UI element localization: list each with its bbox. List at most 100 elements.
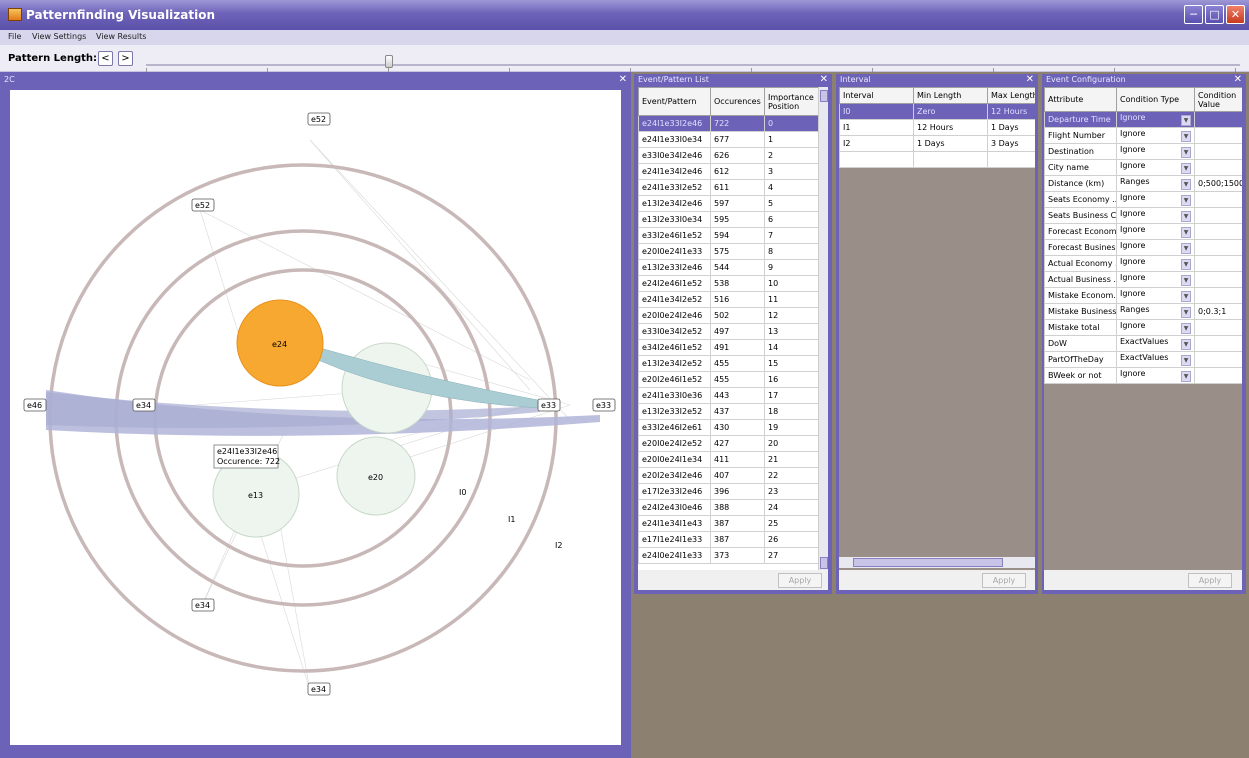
config-row-cell[interactable]: Ignore ▼	[1116, 191, 1195, 208]
event-row[interactable]: e24I1e34I2e52 516 11	[638, 291, 819, 308]
event-row[interactable]: e20I0e24I1e34 411 21	[638, 451, 819, 468]
config-row[interactable]: DoW ExactValues ▼	[1044, 335, 1242, 352]
chevron-down-icon[interactable]: ▼	[1181, 355, 1191, 366]
chevron-down-icon[interactable]: ▼	[1181, 339, 1191, 350]
interval-row-new[interactable]	[839, 151, 1035, 168]
event-row[interactable]: e24I1e33I0e34 677 1	[638, 131, 819, 148]
config-row[interactable]: Forecast Econom...Ignore ▼	[1044, 223, 1242, 240]
event-row[interactable]: e20I2e34I2e46 407 22	[638, 467, 819, 484]
event-row[interactable]: e20I0e24I2e46 502 12	[638, 307, 819, 324]
event-row[interactable]: e20I0e24I2e52 427 20	[638, 435, 819, 452]
chevron-down-icon[interactable]: ▼	[1181, 195, 1191, 206]
config-row[interactable]: Flight Number Ignore ▼	[1044, 127, 1242, 144]
node-e34-bottom2[interactable]: e34	[307, 682, 331, 696]
event-row[interactable]: e13I2e34I2e46 597 5	[638, 195, 819, 212]
interval-row[interactable]: I0 Zero 12 Hours	[839, 103, 1035, 120]
pattern-graph[interactable]: I0 I1 I2 e24 e20 e13 e52 e52 e46 e34 e33…	[10, 90, 621, 745]
col-min-length[interactable]: Min Length	[913, 87, 988, 104]
config-row[interactable]: Mistake total Ignore ▼	[1044, 319, 1242, 336]
config-row-cell[interactable]: Ignore ▼	[1116, 239, 1195, 256]
close-icon[interactable]: ✕	[1234, 74, 1242, 86]
config-row-cell[interactable]: Ignore ▼	[1116, 255, 1195, 272]
col-event-pattern[interactable]: Event/Pattern	[638, 87, 711, 116]
event-row[interactable]: e13I2e33I0e34 595 6	[638, 211, 819, 228]
interval-apply-button[interactable]: Apply	[982, 573, 1026, 588]
pattern-length-slider[interactable]	[146, 64, 1240, 72]
config-row-cell[interactable]: Ignore ▼	[1116, 111, 1195, 128]
config-row-cell[interactable]: Ignore ▼	[1116, 207, 1195, 224]
interval-row[interactable]: I1 12 Hours 1 Days	[839, 119, 1035, 136]
chevron-down-icon[interactable]: ▼	[1181, 179, 1191, 190]
interval-hscrollbar[interactable]	[839, 557, 1035, 568]
chevron-down-icon[interactable]: ▼	[1181, 163, 1191, 174]
config-row-cell[interactable]: ExactValues ▼	[1116, 351, 1195, 368]
event-row[interactable]: e24I1e33I2e52 611 4	[638, 179, 819, 196]
config-row-cell[interactable]: Ignore ▼	[1116, 223, 1195, 240]
chevron-down-icon[interactable]: ▼	[1181, 131, 1191, 142]
event-row[interactable]: e24I1e34I2e46 612 3	[638, 163, 819, 180]
menu-view-results[interactable]: View Results	[96, 32, 146, 41]
prev-button[interactable]: <	[98, 51, 113, 66]
config-row[interactable]: Forecast Busines... Ignore ▼	[1044, 239, 1242, 256]
event-row[interactable]: e33I2e46I1e52 594 7	[638, 227, 819, 244]
config-row-cell[interactable]: Ignore ▼	[1116, 271, 1195, 288]
close-icon[interactable]: ✕	[619, 74, 627, 86]
maximize-icon[interactable]: □	[1205, 5, 1224, 24]
close-icon[interactable]: ✕	[1026, 74, 1034, 86]
config-row-cell[interactable]: Ignore ▼	[1116, 127, 1195, 144]
event-list[interactable]: Event/Pattern Occurences Importance Posi…	[638, 87, 828, 570]
close-icon[interactable]: ✕	[820, 74, 828, 86]
config-list[interactable]: Attribute Condition Type Condition Value…	[1044, 87, 1242, 570]
event-apply-button[interactable]: Apply	[778, 573, 822, 588]
chevron-down-icon[interactable]: ▼	[1181, 371, 1191, 382]
interval-row[interactable]: I2 1 Days 3 Days	[839, 135, 1035, 152]
node-e33-outer[interactable]: e33	[592, 398, 616, 412]
event-row[interactable]: e20I2e46I1e52 455 16	[638, 371, 819, 388]
config-row[interactable]: BWeek or not Ignore ▼	[1044, 367, 1242, 384]
event-row[interactable]: e34I2e46I1e52 491 14	[638, 339, 819, 356]
config-row-cell[interactable]: Ignore ▼	[1116, 159, 1195, 176]
config-row[interactable]: Actual Business ... Ignore ▼	[1044, 271, 1242, 288]
pattern-visualization[interactable]: I0 I1 I2 e24 e20 e13 e52 e52 e46 e34 e33…	[10, 90, 621, 745]
event-row[interactable]: e13I2e33I2e52 437 18	[638, 403, 819, 420]
config-row[interactable]: PartOfTheDay ExactValues ▼	[1044, 351, 1242, 368]
config-row[interactable]: Distance (km) Ranges ▼ 0;500;1500	[1044, 175, 1242, 192]
config-row[interactable]: Departure Time Ignore ▼	[1044, 111, 1242, 128]
event-row[interactable]: e13I2e34I2e52 455 15	[638, 355, 819, 372]
chevron-down-icon[interactable]: ▼	[1181, 307, 1191, 318]
config-row[interactable]: Destination Ignore ▼	[1044, 143, 1242, 160]
event-row[interactable]: e24I2e46I1e52 538 10	[638, 275, 819, 292]
config-row-cell[interactable]: Ignore ▼	[1116, 143, 1195, 160]
event-row[interactable]: e17I1e24I1e33 387 26	[638, 531, 819, 548]
config-row[interactable]: Actual Economy ... Ignore ▼	[1044, 255, 1242, 272]
col-condition-type[interactable]: Condition Type	[1116, 87, 1195, 112]
node-e52-top[interactable]: e52	[307, 112, 331, 126]
event-row[interactable]: e33I0e34I2e52 497 13	[638, 323, 819, 340]
event-row[interactable]: e24I1e33I2e46 722 0	[638, 115, 819, 132]
chevron-down-icon[interactable]: ▼	[1181, 275, 1191, 286]
chevron-down-icon[interactable]: ▼	[1181, 291, 1191, 302]
event-row[interactable]: e17I2e33I2e46 396 23	[638, 483, 819, 500]
node-e34-left[interactable]: e34	[132, 398, 156, 412]
event-row[interactable]: e24I1e34I1e43 387 25	[638, 515, 819, 532]
col-interval[interactable]: Interval	[839, 87, 914, 104]
config-apply-button[interactable]: Apply	[1188, 573, 1232, 588]
col-occurences[interactable]: Occurences	[710, 87, 765, 116]
node-e33-inner[interactable]: e33	[537, 398, 561, 412]
col-importance[interactable]: Importance Position	[764, 87, 819, 116]
node-e34-bottom1[interactable]: e34	[191, 598, 215, 612]
interval-hscroll-thumb[interactable]	[853, 558, 1003, 567]
event-row[interactable]: e24I0e24I1e33 373 27	[638, 547, 819, 564]
config-row-cell[interactable]: Ignore ▼	[1116, 367, 1195, 384]
event-row[interactable]: e24I1e33I0e36 443 17	[638, 387, 819, 404]
scroll-up-icon[interactable]	[820, 90, 828, 102]
event-row[interactable]: e33I2e46I2e61 430 19	[638, 419, 819, 436]
menu-view-settings[interactable]: View Settings	[32, 32, 86, 41]
event-list-scrollbar[interactable]	[818, 87, 828, 570]
config-row-cell[interactable]: Ignore ▼	[1116, 287, 1195, 304]
col-attribute[interactable]: Attribute	[1044, 87, 1117, 112]
config-row[interactable]: City name Ignore ▼	[1044, 159, 1242, 176]
config-row[interactable]: Seats Economy ... Ignore ▼	[1044, 191, 1242, 208]
chevron-down-icon[interactable]: ▼	[1181, 243, 1191, 254]
chevron-down-icon[interactable]: ▼	[1181, 323, 1191, 334]
